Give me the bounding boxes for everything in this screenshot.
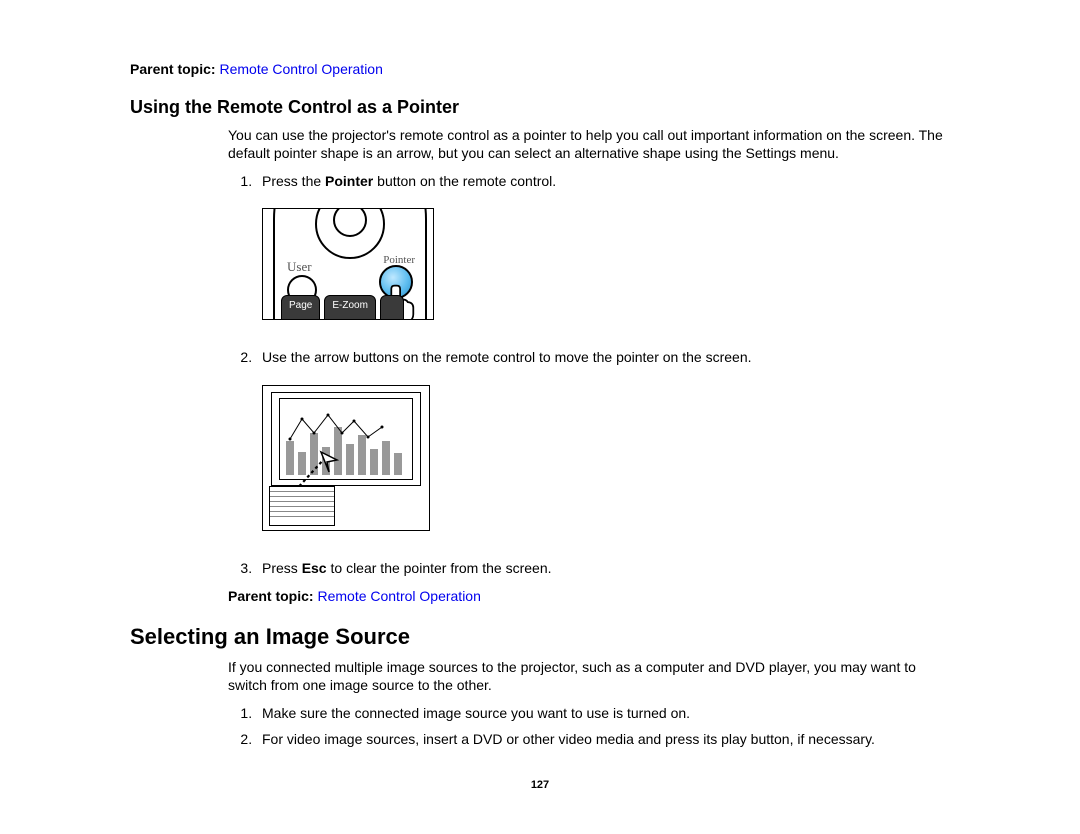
step1-bold: Pointer [325,173,373,189]
screen-pointer-figure [262,385,430,531]
section2-intro: If you connected multiple image sources … [228,658,950,694]
section1-intro: You can use the projector's remote contr… [228,126,950,162]
step3-text-b: to clear the pointer from the screen. [327,560,552,576]
remote-pill-page: Page [281,295,320,320]
parent-topic-label: Parent topic: [130,61,216,77]
section1-steps-end: Press Esc to clear the pointer from the … [228,559,950,577]
spreadsheet-overlay [269,486,335,526]
parent-topic-link-mid[interactable]: Remote Control Operation [317,588,480,604]
section2-step2: For video image sources, insert a DVD or… [256,730,950,748]
step1-text-a: Press the [262,173,325,189]
pointer-button-graphic [379,265,413,299]
step3-text-a: Press [262,560,302,576]
section1-step3: Press Esc to clear the pointer from the … [256,559,950,577]
parent-topic-top: Parent topic: Remote Control Operation [130,60,950,78]
remote-control-figure: User Pointer Page E-Zoom [262,208,434,320]
section1-steps-cont: Use the arrow buttons on the remote cont… [228,348,950,366]
section2-steps: Make sure the connected image source you… [228,704,950,748]
section1-steps: Press the Pointer button on the remote c… [228,172,950,190]
section2-step1: Make sure the connected image source you… [256,704,950,722]
section1-step2: Use the arrow buttons on the remote cont… [256,348,950,366]
remote-pill-blank [380,295,404,320]
parent-topic-label-mid: Parent topic: [228,588,314,604]
page-number: 127 [130,778,950,792]
parent-topic-mid: Parent topic: Remote Control Operation [228,587,950,605]
parent-topic-link-top[interactable]: Remote Control Operation [219,61,382,77]
remote-pill-ezoom: E-Zoom [324,295,376,320]
section2-heading: Selecting an Image Source [130,623,950,652]
section1-step1: Press the Pointer button on the remote c… [256,172,950,190]
step3-bold: Esc [302,560,327,576]
step1-text-b: button on the remote control. [373,173,556,189]
remote-label-user: User [287,259,312,276]
section1-heading: Using the Remote Control as a Pointer [130,96,950,119]
